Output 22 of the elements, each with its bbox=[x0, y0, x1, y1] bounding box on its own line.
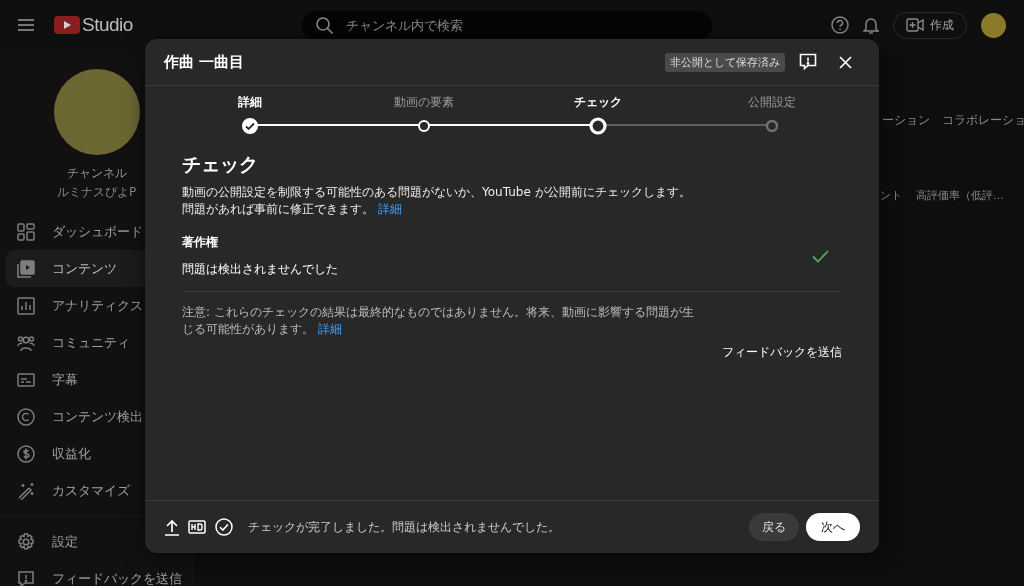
sidebar-label: 字幕 bbox=[52, 370, 78, 389]
sidebar-label: コンテンツ検出 bbox=[52, 407, 143, 426]
note-text: 注意: これらのチェックの結果は最終的なものではありません。将来、動画に影響する問題が生じる可能性があります。 詳細 bbox=[182, 304, 695, 338]
channel-name: チャンネル bbox=[66, 165, 127, 182]
sidebar-label: アナリティクス bbox=[52, 296, 143, 315]
sidebar-label: 設定 bbox=[52, 532, 78, 551]
saved-status-badge: 非公開として保存済み bbox=[665, 52, 785, 72]
sidebar-label: ダッシュボード bbox=[52, 222, 143, 241]
column-header: 高評価率（低評… bbox=[916, 188, 1004, 203]
description-text: 動画の公開設定を制限する可能性のある問題がないか、YouTube が公開前にチェックします。問題があれば事前に修正できます。 詳細 bbox=[182, 184, 692, 218]
sidebar-label: フィードバックを送信 bbox=[52, 569, 182, 586]
check-title: 著作権 bbox=[182, 234, 219, 251]
section-heading: チェック bbox=[182, 152, 259, 177]
sidebar-label: コンテンツ bbox=[52, 259, 117, 278]
sidebar-label: カスタマイズ bbox=[52, 481, 130, 500]
column-header: ント bbox=[880, 188, 902, 203]
dialog-title: 作曲 一曲目 bbox=[164, 52, 245, 72]
logo-text: Studio bbox=[82, 14, 133, 36]
sidebar-label: コミュニティ bbox=[52, 333, 130, 352]
sidebar-label: 収益化 bbox=[52, 444, 91, 463]
channel-handle: ルミナスぴよP bbox=[56, 184, 137, 201]
status-text: チェックが完了しました。問題は検出されませんでした。 bbox=[248, 518, 560, 536]
